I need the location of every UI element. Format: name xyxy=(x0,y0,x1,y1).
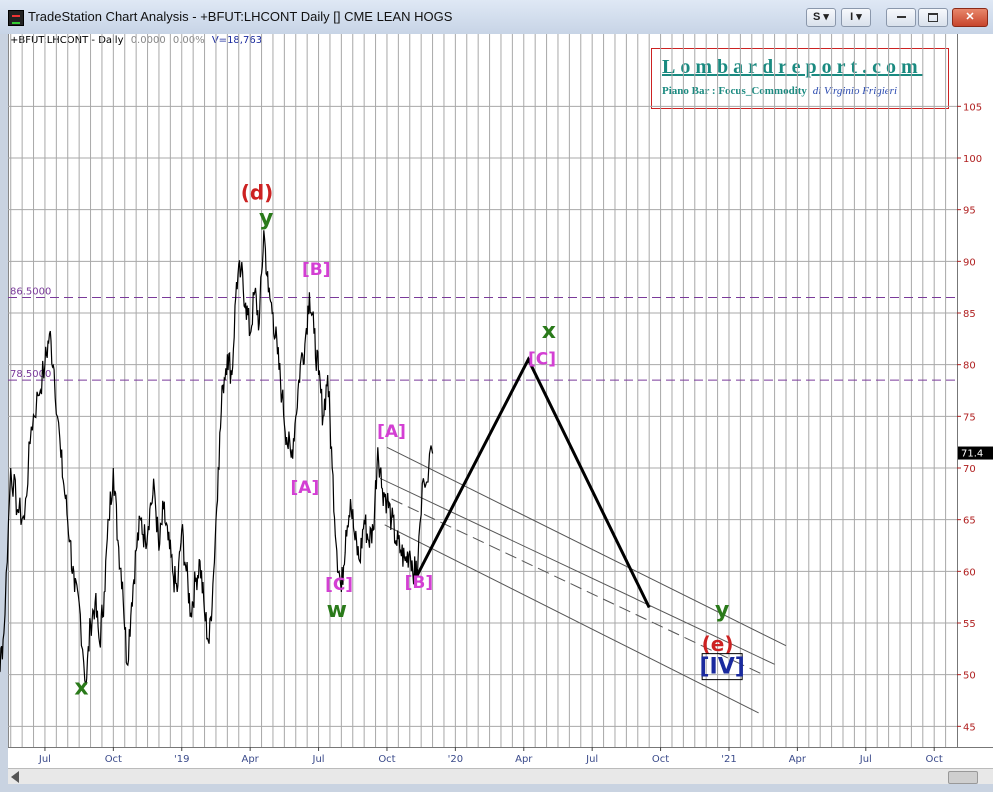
price-tick-label: 70 xyxy=(963,464,976,475)
price-tick-label: 60 xyxy=(963,567,976,578)
price-tick-label: 50 xyxy=(963,671,976,682)
date-tick-label: Oct xyxy=(652,754,669,765)
date-tick-label: '19 xyxy=(174,754,189,765)
wave-label: [B] xyxy=(405,573,434,593)
wave-label: [A] xyxy=(291,478,320,498)
price-tick-label: 75 xyxy=(963,412,976,423)
date-tick-label: Oct xyxy=(378,754,395,765)
date-tick-label: Jul xyxy=(859,754,872,765)
wave-label: [A] xyxy=(377,422,406,442)
date-tick-label: Apr xyxy=(515,754,533,765)
channel-line-lower xyxy=(384,524,759,714)
date-tick-label: Jul xyxy=(312,754,325,765)
date-tick-label: Jul xyxy=(585,754,598,765)
date-tick-label: '21 xyxy=(721,754,736,765)
wave-label: [C] xyxy=(325,575,353,595)
wave-label: [B] xyxy=(302,260,331,280)
date-tick-label: Apr xyxy=(241,754,259,765)
wave-label: (d) xyxy=(241,180,274,204)
price-tick-label: 65 xyxy=(963,516,976,527)
wave-label: [IV] xyxy=(699,655,744,680)
date-tick-label: Apr xyxy=(789,754,807,765)
price-tick-label: 100 xyxy=(963,154,982,165)
wave-label: x xyxy=(74,675,88,700)
level-line-label: 86.5000 xyxy=(10,287,51,298)
price-tick-label: 80 xyxy=(963,361,976,372)
wave-label: y xyxy=(259,206,273,231)
date-tick-label: '20 xyxy=(448,754,463,765)
wave-projection-line xyxy=(415,356,651,609)
price-tick-label: 85 xyxy=(963,309,976,320)
last-price-label: 71.4 xyxy=(961,449,983,460)
price-tick-label: 55 xyxy=(963,619,976,630)
price-tick-label: 105 xyxy=(963,102,982,113)
price-tick-label: 95 xyxy=(963,206,976,217)
wave-label: x xyxy=(542,319,556,344)
date-tick-label: Oct xyxy=(105,754,122,765)
date-tick-label: Oct xyxy=(926,754,943,765)
wave-label: w xyxy=(327,598,347,623)
date-tick-label: Jul xyxy=(38,754,51,765)
wave-label: (e) xyxy=(702,632,734,656)
wave-label: [C] xyxy=(528,350,556,370)
price-tick-label: 45 xyxy=(963,722,976,733)
wave-label: y xyxy=(715,598,729,623)
chart-svg: 45 50 55 60 65 70 75 80 85 90 95 100 105 Jul Oct '19 Apr… xyxy=(0,34,993,765)
price-tick-label: 90 xyxy=(963,257,976,268)
level-line-label: 78.5000 xyxy=(10,369,51,380)
